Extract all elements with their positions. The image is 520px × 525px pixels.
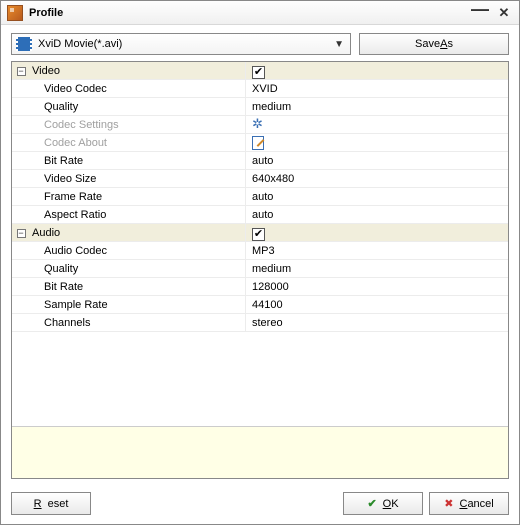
row-video-codec[interactable]: Video Codec XVID [12,80,508,98]
save-as-button[interactable]: Save As [359,33,509,55]
window-title: Profile [29,7,467,19]
audio-bitrate-value[interactable]: 128000 [245,278,508,295]
row-frame-rate[interactable]: Frame Rate auto [12,188,508,206]
row-audio-bitrate[interactable]: Bit Rate 128000 [12,278,508,296]
cancel-button[interactable]: Cancel [429,492,509,515]
row-audio-quality[interactable]: Quality medium [12,260,508,278]
profile-dialog: Profile — ✕ XviD Movie(*.avi) ▼ Save As … [0,0,520,525]
minimize-button[interactable]: — [469,0,491,18]
collapse-icon[interactable]: − [17,229,26,238]
row-codec-about[interactable]: Codec About [12,134,508,152]
row-audio-codec[interactable]: Audio Codec MP3 [12,242,508,260]
property-grid: − Video ✔ Video Codec XVID Quality mediu… [11,61,509,479]
profile-dropdown[interactable]: XviD Movie(*.avi) ▼ [11,33,351,55]
group-audio-label: Audio [30,224,245,241]
description-panel [12,426,508,478]
video-aspect-value[interactable]: auto [245,206,508,223]
audio-channels-value[interactable]: stereo [245,314,508,331]
check-icon [367,497,376,510]
ok-button[interactable]: OK [343,492,423,515]
x-icon [444,497,453,510]
collapse-icon[interactable]: − [17,67,26,76]
toolbar: XviD Movie(*.avi) ▼ Save As [1,25,519,61]
audio-codec-value[interactable]: MP3 [245,242,508,259]
audio-samplerate-value[interactable]: 44100 [245,296,508,313]
grid-empty-area [12,332,508,426]
chevron-down-icon: ▼ [332,39,346,50]
titlebar: Profile — ✕ [1,1,519,25]
video-quality-value[interactable]: medium [245,98,508,115]
video-codec-value[interactable]: XVID [245,80,508,97]
document-edit-icon[interactable] [252,136,266,150]
audio-enabled-checkbox[interactable]: ✔ [252,228,265,241]
row-video-bitrate[interactable]: Bit Rate auto [12,152,508,170]
row-video-size[interactable]: Video Size 640x480 [12,170,508,188]
row-aspect-ratio[interactable]: Aspect Ratio auto [12,206,508,224]
footer: Reset OK Cancel [1,485,519,524]
video-enabled-checkbox[interactable]: ✔ [252,66,265,79]
video-size-value[interactable]: 640x480 [245,170,508,187]
property-grid-rows: − Video ✔ Video Codec XVID Quality mediu… [12,62,508,332]
video-bitrate-value[interactable]: auto [245,152,508,169]
audio-quality-value[interactable]: medium [245,260,508,277]
app-icon [7,5,23,21]
reset-button[interactable]: Reset [11,492,91,515]
group-audio[interactable]: − Audio ✔ [12,224,508,242]
film-icon [16,37,32,51]
row-codec-settings[interactable]: Codec Settings [12,116,508,134]
group-video[interactable]: − Video ✔ [12,62,508,80]
row-video-quality[interactable]: Quality medium [12,98,508,116]
row-channels[interactable]: Channels stereo [12,314,508,332]
gear-icon[interactable] [252,118,266,132]
video-framerate-value[interactable]: auto [245,188,508,205]
row-sample-rate[interactable]: Sample Rate 44100 [12,296,508,314]
group-video-label: Video [30,62,245,79]
close-button[interactable]: ✕ [493,4,515,22]
profile-selected-text: XviD Movie(*.avi) [38,38,332,50]
